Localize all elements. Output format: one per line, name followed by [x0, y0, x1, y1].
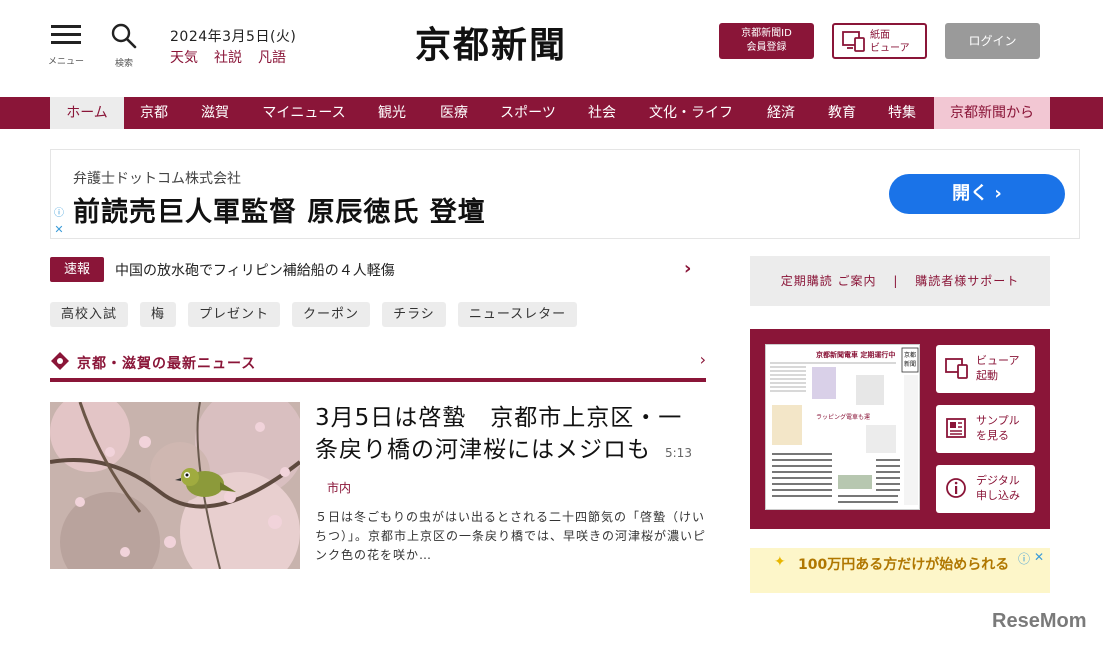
article-category[interactable]: 市内 — [327, 481, 351, 495]
tag-item[interactable]: チラシ — [382, 302, 446, 327]
divider: | — [893, 274, 899, 288]
paper-viewer-panel: 京都新聞電車 定期運行中 京都 新聞 ラッピング電車も運 ビューア 起動 サンプ… — [750, 329, 1050, 529]
bongo-link[interactable]: 凡語 — [258, 50, 286, 66]
subscribe-link[interactable]: 定期購読 ご案内 — [781, 274, 877, 288]
info-icon — [946, 478, 966, 498]
article-time: 5:13 — [665, 446, 692, 460]
breaking-headline[interactable]: 中国の放水砲でフィリピン補給船の４人軽傷 — [115, 260, 395, 280]
nav-shiga[interactable]: 滋賀 — [190, 97, 240, 129]
search-button[interactable]: 検索 — [110, 22, 138, 69]
header-links: 天気 社説 凡語 — [170, 47, 302, 67]
newspaper-page-image: 京都新聞電車 定期運行中 京都 新聞 ラッピング電車も運 — [766, 345, 919, 509]
article-photo[interactable] — [50, 402, 300, 569]
svg-text:京都新聞電車 定期運行中: 京都新聞電車 定期運行中 — [816, 350, 895, 359]
nav-economy[interactable]: 経済 — [754, 97, 808, 129]
ad-company: 弁護士ドットコム株式会社 — [73, 171, 241, 187]
breaking-arrow-icon[interactable]: › — [684, 258, 691, 279]
main-nav: ホーム 京都 滋賀 マイニュース 観光 医療 スポーツ 社会 文化・ライフ 経済… — [0, 97, 1103, 129]
svg-text:京都: 京都 — [904, 351, 916, 359]
ad-title: 前読売巨人軍監督 原辰徳氏 登壇 — [73, 197, 486, 228]
tag-item[interactable]: ニュースレター — [457, 302, 578, 327]
viewer-line1: ビューア — [976, 354, 1020, 367]
ad-close-icon[interactable]: ✕ — [52, 222, 66, 237]
ad-banner[interactable]: 弁護士ドットコム株式会社 前読売巨人軍監督 原辰徳氏 登壇 開く › ⓘ ✕ — [50, 149, 1080, 239]
weather-link[interactable]: 天気 — [170, 50, 198, 66]
ad-open-label: 開く — [952, 183, 989, 204]
digital-line1: デジタル — [976, 474, 1020, 487]
nav-mynews[interactable]: マイニュース — [252, 97, 356, 129]
article-title: 3月5日は啓蟄 京都市上京区・一条戻り橋の河津桜にはメジロも — [315, 405, 683, 463]
tag-item[interactable]: 高校入試 — [50, 302, 129, 327]
hamburger-icon — [51, 25, 81, 44]
nav-kyoto[interactable]: 京都 — [130, 97, 178, 129]
subscription-box: 定期購読 ご案内 | 購読者様サポート — [750, 256, 1050, 306]
menu-button[interactable]: メニュー — [48, 22, 84, 67]
svg-text:新聞: 新聞 — [904, 360, 916, 368]
tag-item[interactable]: プレゼント — [188, 302, 281, 327]
search-icon — [111, 23, 137, 49]
ad-info-icon[interactable]: ⓘ — [52, 207, 66, 221]
nav-education[interactable]: 教育 — [816, 97, 868, 129]
nav-culture[interactable]: 文化・ライフ — [638, 97, 744, 129]
viewer-btn-line2: ビューア — [870, 43, 910, 54]
nav-home[interactable]: ホーム — [50, 97, 124, 129]
nav-special[interactable]: 特集 — [876, 97, 928, 129]
ad-info-icon[interactable]: ⓘ — [1018, 550, 1030, 567]
newspaper-icon — [946, 418, 966, 438]
nav-society[interactable]: 社会 — [576, 97, 628, 129]
digital-apply-button[interactable]: デジタル 申し込み — [936, 465, 1035, 513]
nav-tourism[interactable]: 観光 — [366, 97, 418, 129]
blossom-bird-image — [50, 402, 300, 569]
section-title: 京都・滋賀の最新ニュース — [77, 356, 257, 372]
sample-view-button[interactable]: サンプル を見る — [936, 405, 1035, 453]
nav-medical[interactable]: 医療 — [428, 97, 480, 129]
newspaper-thumbnail[interactable]: 京都新聞電車 定期運行中 京都 新聞 ラッピング電車も運 — [765, 344, 920, 510]
viewer-launch-button[interactable]: ビューア 起動 — [936, 345, 1035, 393]
viewer-icon — [945, 358, 968, 379]
svg-text:ラッピング電車も運: ラッピング電車も運 — [816, 413, 870, 421]
search-label: 検索 — [114, 59, 133, 69]
ad-open-button[interactable]: 開く › — [889, 174, 1065, 214]
tag-list: 高校入試 梅 プレゼント クーポン チラシ ニュースレター — [50, 302, 578, 327]
section-arrow-icon[interactable]: › — [700, 350, 706, 369]
member-register-button[interactable]: 京都新聞ID 会員登録 — [719, 23, 814, 59]
tag-item[interactable]: 梅 — [140, 302, 177, 327]
resemom-watermark: ReseMom — [992, 610, 1087, 632]
nav-from-kyoto-np[interactable]: 京都新聞から — [934, 97, 1050, 129]
login-button[interactable]: ログイン — [945, 23, 1040, 59]
nav-sports[interactable]: スポーツ — [490, 97, 566, 129]
sample-line1: サンプル — [976, 414, 1020, 427]
digital-line2: 申し込み — [976, 489, 1020, 502]
ad-close-icon[interactable]: ✕ — [1034, 550, 1044, 564]
article-summary: ５日は冬ごもりの虫がはい出るとされる二十四節気の「啓蟄（けいちつ）」。京都市上京… — [315, 510, 707, 562]
sidebar-ad-text: 100万円ある方だけが始められる — [798, 557, 1010, 573]
section-header[interactable]: 京都・滋賀の最新ニュース › — [50, 350, 706, 382]
sample-line2: を見る — [976, 429, 1009, 442]
article-headline[interactable]: 3月5日は啓蟄 京都市上京区・一条戻り橋の河津桜にはメジロも 5:13 市内 — [315, 402, 705, 504]
support-link[interactable]: 購読者様サポート — [915, 274, 1019, 288]
sidebar-ad[interactable]: ✦ 100万円ある方だけが始められる ⓘ ✕ — [750, 548, 1050, 593]
viewer-line2: 起動 — [976, 369, 998, 382]
member-btn-line1: 京都新聞ID — [741, 28, 792, 39]
sparkle-icon: ✦ — [774, 554, 786, 570]
breaking-badge: 速報 — [50, 257, 104, 282]
editorial-link[interactable]: 社説 — [214, 50, 242, 66]
site-logo[interactable]: 京都新聞 — [415, 16, 567, 68]
date: 2024年3月5日(火) — [170, 29, 297, 45]
viewer-btn-line1: 紙面 — [870, 30, 890, 41]
kyoto-np-mark-icon — [51, 352, 69, 370]
paper-viewer-button[interactable]: 紙面 ビューア — [832, 23, 927, 59]
member-btn-line2: 会員登録 — [746, 42, 787, 53]
tag-item[interactable]: クーポン — [292, 302, 371, 327]
menu-label: メニュー — [48, 57, 85, 67]
tablet-icon — [842, 31, 865, 52]
chevron-right-icon: › — [994, 183, 1002, 204]
